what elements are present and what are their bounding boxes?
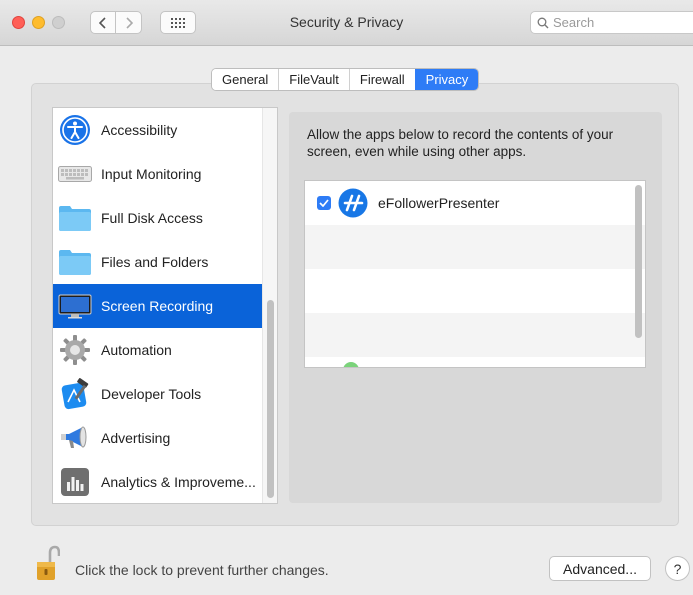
sidebar-item-label: Accessibility [101, 122, 178, 138]
sidebar-item-full-disk-access[interactable]: Full Disk Access [53, 196, 263, 240]
app-list: eFollowerPresenter [304, 180, 646, 368]
sidebar-item-label: Screen Recording [101, 298, 214, 314]
sidebar-item-accessibility[interactable]: Accessibility [53, 108, 263, 152]
accessibility-icon [57, 112, 93, 148]
megaphone-icon [57, 420, 93, 456]
advanced-button[interactable]: Advanced... [549, 556, 651, 581]
close-window-button[interactable] [12, 16, 25, 29]
app-name: eFollowerPresenter [378, 195, 500, 211]
sidebar-item-label: Files and Folders [101, 254, 209, 270]
sidebar-item-label: Full Disk Access [101, 210, 203, 226]
display-icon [57, 288, 93, 324]
tab-filevault[interactable]: FileVault [278, 69, 349, 90]
list-item [305, 225, 645, 269]
sidebar-item-label: Developer Tools [101, 386, 202, 402]
permission-description: Allow the apps below to record the conte… [307, 127, 614, 159]
minimize-window-button[interactable] [32, 16, 45, 29]
sidebar-item-developer-tools[interactable]: Developer Tools [53, 372, 263, 416]
sidebar-item-input-monitoring[interactable]: Input Monitoring [53, 152, 263, 196]
sidebar-item-analytics[interactable]: Analytics & Improveme... [53, 460, 263, 504]
sidebar-scrollbar[interactable] [262, 108, 277, 503]
keyboard-icon [57, 156, 93, 192]
partial-app-icon [343, 362, 359, 367]
folder-icon [57, 244, 93, 280]
app-list-scroll-thumb[interactable] [635, 185, 642, 338]
sidebar-item-automation[interactable]: Automation [53, 328, 263, 372]
list-item[interactable]: eFollowerPresenter [305, 181, 645, 225]
sidebar-item-label: Input Monitoring [101, 166, 202, 182]
sidebar-scroll-thumb[interactable] [267, 300, 274, 498]
sidebar-item-label: Analytics & Improveme... [101, 474, 256, 490]
chevron-left-icon [99, 16, 106, 29]
app-permission-checkbox[interactable] [317, 196, 331, 210]
lock-status-text: Click the lock to prevent further change… [75, 562, 329, 578]
lock-icon[interactable] [36, 545, 61, 581]
forward-button[interactable] [116, 11, 142, 34]
checkmark-icon [319, 199, 329, 207]
efollower-app-icon [338, 188, 368, 218]
privacy-category-list: Accessibility Input Monitoring Full Disk… [52, 107, 278, 504]
zoom-window-button[interactable] [52, 16, 65, 29]
list-item [305, 313, 645, 357]
search-input[interactable] [553, 15, 693, 30]
tab-bar: General FileVault Firewall Privacy [211, 68, 480, 91]
search-field[interactable] [530, 11, 693, 34]
tab-firewall[interactable]: Firewall [348, 69, 415, 90]
chevron-right-icon [125, 16, 133, 29]
bar-chart-icon [57, 464, 93, 500]
grid-icon [171, 17, 185, 28]
sidebar-item-advertising[interactable]: Advertising [53, 416, 263, 460]
folder-icon [57, 200, 93, 236]
sidebar-item-label: Automation [101, 342, 172, 358]
tab-general[interactable]: General [212, 69, 279, 90]
sidebar-item-label: Advertising [101, 430, 171, 446]
sidebar-item-files-and-folders[interactable]: Files and Folders [53, 240, 263, 284]
show-all-button[interactable] [160, 11, 196, 34]
help-button[interactable]: ? [665, 556, 690, 581]
sidebar-item-screen-recording[interactable]: Screen Recording [53, 284, 263, 328]
gear-icon [57, 332, 93, 368]
hammer-icon [57, 376, 93, 412]
tab-privacy[interactable]: Privacy [414, 69, 479, 90]
list-item [305, 269, 645, 313]
title-bar: Security & Privacy [0, 0, 693, 46]
back-button[interactable] [90, 11, 116, 34]
search-icon [537, 17, 549, 28]
